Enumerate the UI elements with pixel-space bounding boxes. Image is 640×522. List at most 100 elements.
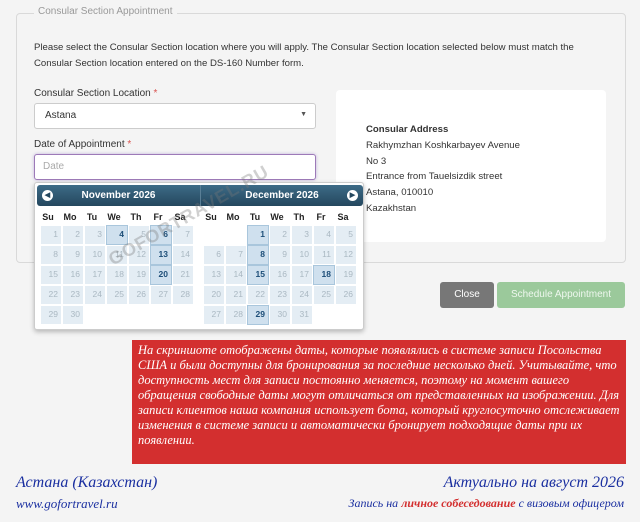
calendar-day-available[interactable]: 18 — [313, 265, 335, 285]
calendar-day-disabled: 2 — [269, 225, 291, 245]
required-mark: * — [127, 139, 132, 150]
calendar-day-disabled: 28 — [225, 305, 247, 325]
calendar-day-disabled: 10 — [291, 245, 313, 265]
weekday-label: Sa — [337, 212, 349, 222]
footer-note-pre: Запись на — [348, 496, 399, 510]
calendar-day-disabled: 11 — [313, 245, 335, 265]
calendar-day-disabled: 16 — [62, 265, 84, 285]
calendar-day-disabled: 19 — [335, 265, 357, 285]
calendar-day-disabled: 17 — [84, 265, 106, 285]
close-button[interactable]: Close — [440, 282, 494, 308]
required-mark: * — [153, 88, 158, 99]
address-line: Rakhymzhan Koshkarbayev Avenue — [366, 139, 520, 151]
weekday-label: Mo — [226, 212, 240, 222]
calendar-day-disabled: 22 — [247, 285, 269, 305]
weekday-label: Th — [293, 212, 305, 222]
calendar-day-disabled: 15 — [40, 265, 62, 285]
footer-note-post: с визовым офицером — [518, 496, 624, 510]
footer-note: Запись на личное собеседование с визовым… — [349, 496, 625, 511]
calendar-day-disabled: 8 — [40, 245, 62, 265]
calendar-day-disabled: 21 — [225, 285, 247, 305]
calendar-day-disabled: 6 — [203, 245, 225, 265]
weekday-label: Mo — [63, 212, 77, 222]
calendar-day-disabled: 23 — [62, 285, 84, 305]
calendar-day-available[interactable]: 29 — [247, 305, 269, 325]
calendar-day-disabled: 13 — [203, 265, 225, 285]
date-input[interactable]: Date — [34, 154, 316, 180]
location-label-text: Consular Section Location — [34, 88, 151, 99]
calendar-day-disabled: 26 — [128, 285, 150, 305]
calendar-day-disabled: 14 — [225, 265, 247, 285]
caret-down-icon: ▼ — [300, 111, 307, 118]
calendar-day-disabled: 21 — [172, 265, 194, 285]
day-grid: 1 2 3 4 5 6 7 8 9 10 11 12 13 14 15 16 17 18 19 20 21 22 23 24 2… — [40, 225, 194, 325]
weekday-label: Th — [130, 212, 142, 222]
address-title: Consular Address — [366, 124, 449, 135]
notice-box: На скриншоте отображены даты, которые по… — [132, 340, 626, 464]
calendar-day-available[interactable]: 8 — [247, 245, 269, 265]
month-title: December 2026 — [245, 190, 319, 201]
weekday-label: Su — [42, 212, 54, 222]
calendar-day-disabled: 9 — [62, 245, 84, 265]
weekday-label: Fr — [316, 212, 326, 222]
calendar-day-disabled: 24 — [84, 285, 106, 305]
calendar-day-available[interactable]: 1 — [247, 225, 269, 245]
calendar-day-disabled: 30 — [269, 305, 291, 325]
footer-date: Актуально на август 2026 — [443, 474, 624, 491]
calendar-day-disabled: 31 — [291, 305, 313, 325]
calendar-day-disabled: 16 — [269, 265, 291, 285]
weekday-row: Su Mo Tu We Th Fr Sa — [200, 209, 363, 225]
day-grid: 1 2 3 4 5 6 7 8 9 10 11 12 13 14 15 16 17 18 19 20 21 22 23 24 2… — [203, 225, 357, 325]
date-label: Date of Appointment * — [34, 139, 131, 150]
address-line: Kazakhstan — [366, 202, 417, 214]
fieldset-legend: Consular Section Appointment — [34, 6, 177, 17]
location-select-value: Astana — [45, 110, 77, 121]
date-label-text: Date of Appointment — [34, 139, 125, 150]
calendar-day-disabled: 26 — [335, 285, 357, 305]
calendar-day-disabled: 12 — [335, 245, 357, 265]
calendar-day-disabled: 14 — [172, 245, 194, 265]
calendar-empty-cell — [225, 225, 247, 245]
calendar-empty-cell — [203, 225, 225, 245]
address-line: Entrance from Tauelsizdik street — [366, 171, 503, 183]
calendar-day-disabled: 17 — [291, 265, 313, 285]
instructions-text: Please select the Consular Section locat… — [34, 42, 574, 69]
calendar-day-disabled: 9 — [269, 245, 291, 265]
weekday-label: Tu — [249, 212, 261, 222]
calendar-day-disabled: 10 — [84, 245, 106, 265]
location-select[interactable]: Astana ▼ — [34, 103, 316, 129]
chevron-right-icon[interactable]: ▶ — [347, 190, 358, 201]
month-header: ◀ November 2026 — [37, 185, 200, 206]
footer-city: Астана (Казахстан) — [16, 474, 158, 491]
chevron-left-icon[interactable]: ◀ — [42, 190, 53, 201]
calendar-day-disabled: 20 — [203, 285, 225, 305]
calendar-day-disabled: 3 — [84, 225, 106, 245]
weekday-label: Tu — [86, 212, 98, 222]
calendar-day-disabled: 4 — [313, 225, 335, 245]
calendar-day-disabled: 27 — [203, 305, 225, 325]
weekday-label: We — [107, 212, 121, 222]
calendar-day-disabled: 30 — [62, 305, 84, 325]
calendar-day-disabled: 2 — [62, 225, 84, 245]
location-label: Consular Section Location * — [34, 88, 157, 99]
address-line: No 3 — [366, 155, 387, 167]
calendar-day-disabled: 7 — [225, 245, 247, 265]
schedule-appointment-button[interactable]: Schedule Appointment — [497, 282, 625, 308]
calendar-day-disabled: 28 — [172, 285, 194, 305]
address-line: Astana, 010010 — [366, 187, 434, 199]
calendar-day-disabled: 29 — [40, 305, 62, 325]
calendar-day-disabled: 25 — [106, 285, 128, 305]
footer-note-emphasis: личное собеседование — [401, 496, 516, 510]
calendar-day-disabled: 5 — [335, 225, 357, 245]
calendar-day-disabled: 23 — [269, 285, 291, 305]
month-title: November 2026 — [81, 190, 156, 201]
calendar-day-disabled: 27 — [150, 285, 172, 305]
consular-address-card: Consular Address Rakhymzhan Koshkarbayev… — [336, 90, 606, 242]
footer-site-link[interactable]: www.gofortravel.ru — [16, 496, 118, 512]
calendar-day-available[interactable]: 15 — [247, 265, 269, 285]
calendar-day-disabled: 19 — [128, 265, 150, 285]
calendar-day-disabled: 1 — [40, 225, 62, 245]
calendar-day-available[interactable]: 20 — [150, 265, 172, 285]
weekday-label: We — [270, 212, 284, 222]
calendar-day-disabled: 22 — [40, 285, 62, 305]
